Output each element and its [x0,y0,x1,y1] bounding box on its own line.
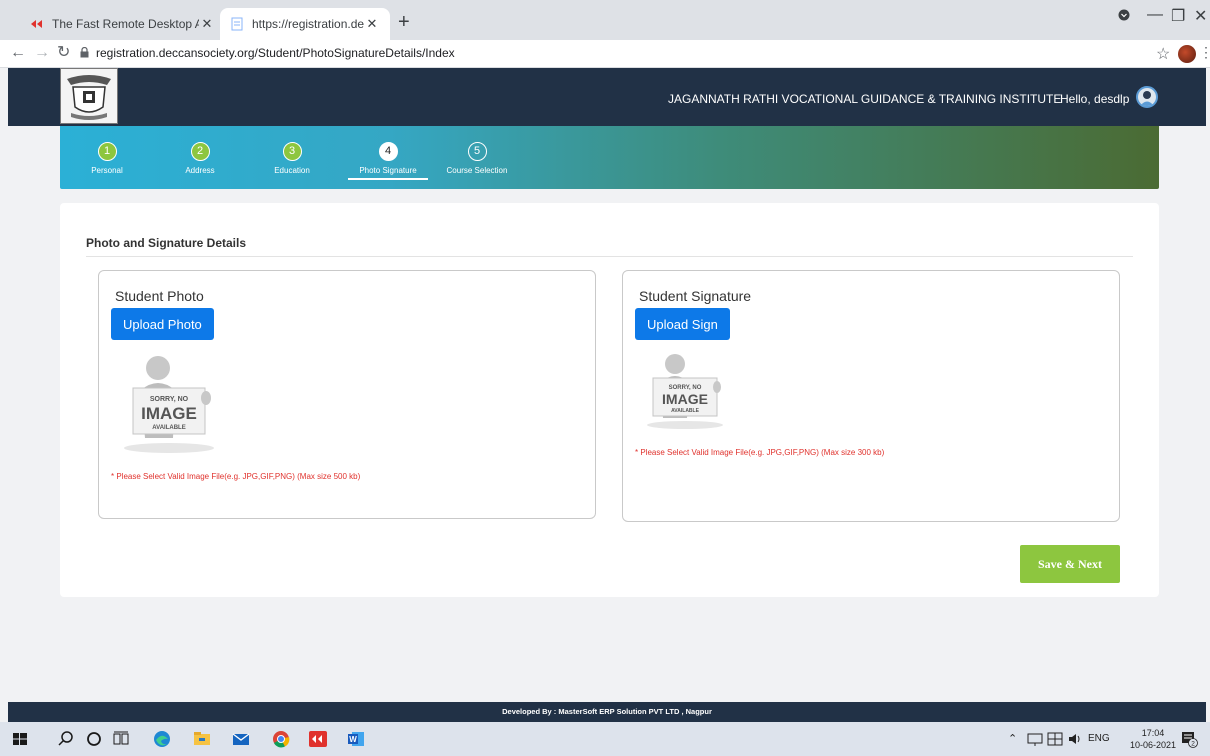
placeholder-line1: SORRY, NO [150,396,189,403]
signature-placeholder-image: SORRY, NO IMAGE AVAILABLE [635,350,735,430]
show-hidden-icons-icon[interactable]: ⌃ [1008,732,1017,745]
browser-menu-icon[interactable]: ⋮ [1199,44,1210,61]
society-logo [60,68,118,124]
input-language[interactable]: ENG [1088,733,1110,744]
browser-tab-registration[interactable]: https://registration.deccansociety ✕ [220,8,390,40]
step-number: 5 [467,142,487,161]
url-input[interactable]: registration.deccansociety.org/Student/P… [96,46,455,60]
tab-search-icon[interactable] [1118,8,1130,26]
system-clock[interactable]: 17:04 10-06-2021 [1130,727,1176,751]
upload-photo-button[interactable]: Upload Photo [111,308,214,340]
placeholder-line2: IMAGE [141,404,197,423]
step-label: Personal [91,166,123,175]
notification-count: 2 [1191,741,1195,748]
user-greeting[interactable]: Hello, desdlp [1060,92,1129,106]
lock-icon [80,47,89,58]
step-label: Education [274,166,310,175]
browser-tab-remote-desktop[interactable]: The Fast Remote Desktop Applica ✕ [20,8,225,40]
windows-start-icon[interactable] [10,729,30,749]
upload-sign-button[interactable]: Upload Sign [635,308,730,340]
tab-close-icon[interactable]: ✕ [199,16,215,32]
svg-text:W: W [349,735,357,744]
step-address[interactable]: 2 Address [155,142,245,175]
student-signature-panel: Student Signature Upload Sign SORRY, NO … [622,270,1120,522]
step-label: Photo Signature [359,166,417,175]
step-number: 3 [282,142,302,161]
section-title: Photo and Signature Details [86,236,247,250]
placeholder-line3: AVAILABLE [152,425,185,431]
student-photo-panel: Student Photo Upload Photo SORRY, NO IMA… [98,270,596,519]
reload-icon[interactable]: ↻ [57,44,70,62]
language-bar-icon[interactable] [1047,731,1063,747]
step-number: 1 [97,142,117,161]
placeholder-line2: IMAGE [662,391,708,407]
restore-icon[interactable]: ❐ [1171,6,1185,26]
no-image-person-icon: SORRY, NO IMAGE AVAILABLE [124,356,214,453]
panel-title: Student Photo [115,288,204,304]
windows-taskbar: W ⌃ ENG 17:04 10-06-2021 2 [0,722,1210,756]
address-bar: ← → ↻ registration.deccansociety.org/Stu… [0,40,1210,68]
chrome-icon[interactable] [271,729,291,749]
minimize-icon[interactable]: — [1147,6,1163,24]
volume-icon[interactable] [1067,731,1083,747]
registration-steps: 1 Personal 2 Address 3 Education 4 Photo… [60,126,1159,189]
cortana-icon[interactable] [84,729,104,749]
bookmark-star-icon[interactable]: ☆ [1156,44,1170,64]
remote-desktop-app-icon[interactable] [308,729,328,749]
institute-name: JAGANNATH RATHI VOCATIONAL GUIDANCE & TR… [668,92,1062,106]
word-icon[interactable]: W [346,729,366,749]
search-icon[interactable] [56,729,76,749]
tab-title: https://registration.deccansociety [252,17,364,31]
clock-date: 10-06-2021 [1130,740,1177,750]
active-step-underline [348,178,428,180]
edge-browser-icon[interactable] [152,729,172,749]
photo-size-note: * Please Select Valid Image File(e.g. JP… [111,472,361,481]
user-avatar-icon[interactable] [1136,86,1158,108]
save-next-button[interactable]: Save & Next [1020,545,1120,583]
profile-avatar[interactable] [1178,45,1196,63]
browser-tab-strip: The Fast Remote Desktop Applica ✕ https:… [0,0,1210,40]
step-personal[interactable]: 1 Personal [62,142,152,175]
tab-close-icon[interactable]: ✕ [364,16,380,32]
step-education[interactable]: 3 Education [247,142,337,175]
emblem-icon [67,75,111,120]
file-explorer-icon[interactable] [192,729,212,749]
network-icon[interactable] [1027,731,1043,747]
forward-icon[interactable]: → [34,44,50,62]
page-icon [231,17,243,31]
step-number: 2 [190,142,210,161]
mail-icon[interactable] [231,729,251,749]
window-close-icon[interactable]: ✕ [1194,6,1207,26]
step-photo-signature[interactable]: 4 Photo Signature [343,142,433,180]
task-view-icon[interactable] [111,729,131,749]
site-header: JAGANNATH RATHI VOCATIONAL GUIDANCE & TR… [8,68,1206,126]
notification-center-icon[interactable]: 2 [1180,730,1198,751]
site-footer: Developed By : MasterSoft ERP Solution P… [8,702,1206,722]
no-image-person-icon: SORRY, NO IMAGE AVAILABLE [647,354,723,429]
remote-desktop-icon [31,20,42,28]
step-number: 4 [378,142,398,161]
back-icon[interactable]: ← [10,44,26,62]
step-label: Address [185,166,215,175]
clock-time: 17:04 [1141,728,1165,738]
photo-signature-card: Photo and Signature Details Student Phot… [60,203,1159,597]
section-divider [86,256,1133,257]
step-label: Course Selection [446,166,508,175]
tab-title: The Fast Remote Desktop Applica [52,17,199,31]
new-tab-button[interactable]: + [398,12,410,32]
signature-size-note: * Please Select Valid Image File(e.g. JP… [635,448,885,457]
step-course-selection[interactable]: 5 Course Selection [432,142,522,175]
photo-placeholder-image: SORRY, NO IMAGE AVAILABLE [111,350,227,454]
placeholder-line3: AVAILABLE [671,408,700,414]
panel-title: Student Signature [639,288,752,304]
